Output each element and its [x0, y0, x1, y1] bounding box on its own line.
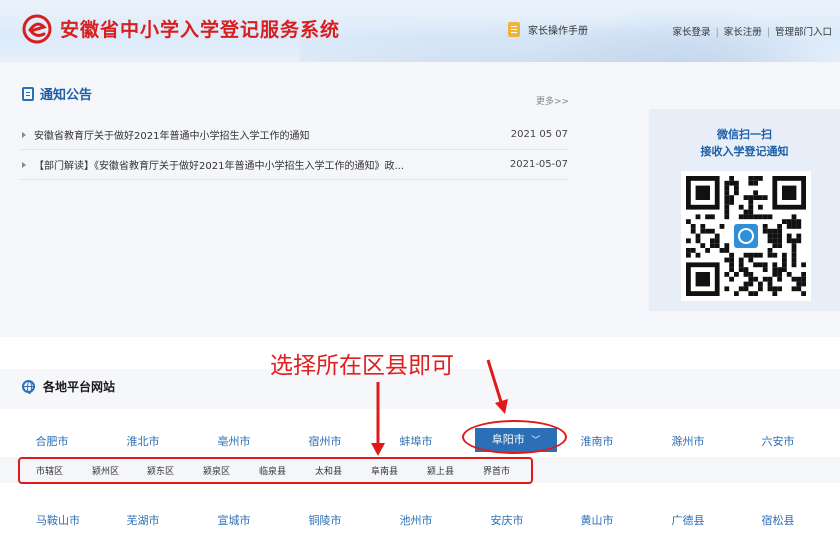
notice-text[interactable]: 安徽省教育厅关于做好2021年普通中小学招生入学工作的通知	[34, 127, 508, 142]
city-link[interactable]: 六安市	[738, 433, 818, 449]
city-link[interactable]: 芜湖市	[103, 512, 183, 528]
parent-manual-link[interactable]: 家长操作手册	[508, 22, 588, 37]
city-link[interactable]: 安庆市	[467, 512, 547, 528]
notice-icon	[22, 86, 34, 101]
city-link[interactable]: 铜陵市	[285, 512, 365, 528]
parent-manual-label: 家长操作手册	[528, 26, 588, 37]
qr-line-2: 接收入学登记通知	[700, 145, 789, 158]
site-header: 安徽省中小学入学登记服务系统 家长操作手册 家长登录 | 家长注册 | 管理部门入口	[0, 0, 840, 62]
city-link[interactable]: 亳州市	[194, 433, 274, 449]
notice-text[interactable]: 【部门解读】《安徽省教育厅关于做好2021年普通中小学招生入学工作的通知》政..…	[34, 157, 508, 172]
notice-date: 2021-05-07	[509, 159, 568, 170]
qr-line-1: 微信扫一扫	[717, 128, 772, 141]
notice-heading: 通知公告	[22, 84, 92, 103]
notice-list: 安徽省教育厅关于做好2021年普通中小学招生入学工作的通知 2021 05 07…	[20, 120, 568, 180]
highlight-ellipse	[462, 420, 567, 454]
highlight-rectangle	[18, 457, 533, 484]
bullet-icon	[22, 161, 26, 168]
city-link[interactable]: 滁州市	[648, 433, 728, 449]
city-link[interactable]: 黄山市	[557, 512, 637, 528]
parent-register-link[interactable]: 家长注册	[724, 27, 762, 38]
city-link[interactable]: 蚌埠市	[376, 433, 456, 449]
city-link[interactable]: 宿松县	[738, 512, 818, 528]
city-link[interactable]: 宿州市	[285, 433, 365, 449]
admin-entry-link[interactable]: 管理部门入口	[775, 27, 832, 38]
qr-code	[681, 171, 811, 301]
city-link[interactable]: 淮北市	[103, 433, 183, 449]
city-link[interactable]: 合肥市	[12, 433, 92, 449]
separator: |	[766, 27, 770, 38]
city-link[interactable]: 宣城市	[194, 512, 274, 528]
document-icon	[508, 22, 520, 37]
more-link[interactable]: 更多>>	[536, 94, 569, 107]
site-logo-icon	[22, 14, 52, 44]
notice-title: 通知公告	[40, 88, 93, 103]
city-link[interactable]: 淮南市	[557, 433, 637, 449]
wechat-qr-panel: 微信扫一扫 接收入学登记通知	[649, 109, 840, 311]
annotation-text: 选择所在区县即可	[270, 353, 454, 379]
notice-item[interactable]: 安徽省教育厅关于做好2021年普通中小学招生入学工作的通知 2021 05 07	[20, 120, 568, 150]
city-link[interactable]: 广德县	[648, 512, 728, 528]
bullet-icon	[22, 131, 26, 138]
city-link[interactable]: 池州市	[376, 512, 456, 528]
parent-login-link[interactable]: 家长登录	[673, 27, 711, 38]
site-title: 安徽省中小学入学登记服务系统	[60, 19, 341, 41]
globe-icon	[22, 380, 35, 394]
notice-date: 2021 05 07	[510, 129, 568, 140]
city-link[interactable]: 马鞍山市	[18, 512, 98, 528]
notice-item[interactable]: 【部门解读】《安徽省教育厅关于做好2021年普通中小学招生入学工作的通知》政..…	[20, 150, 568, 180]
regional-title: 各地平台网站	[43, 380, 116, 394]
top-links: 家长登录 | 家长注册 | 管理部门入口	[673, 24, 832, 38]
qr-code-image	[686, 176, 806, 296]
separator: |	[715, 27, 719, 38]
